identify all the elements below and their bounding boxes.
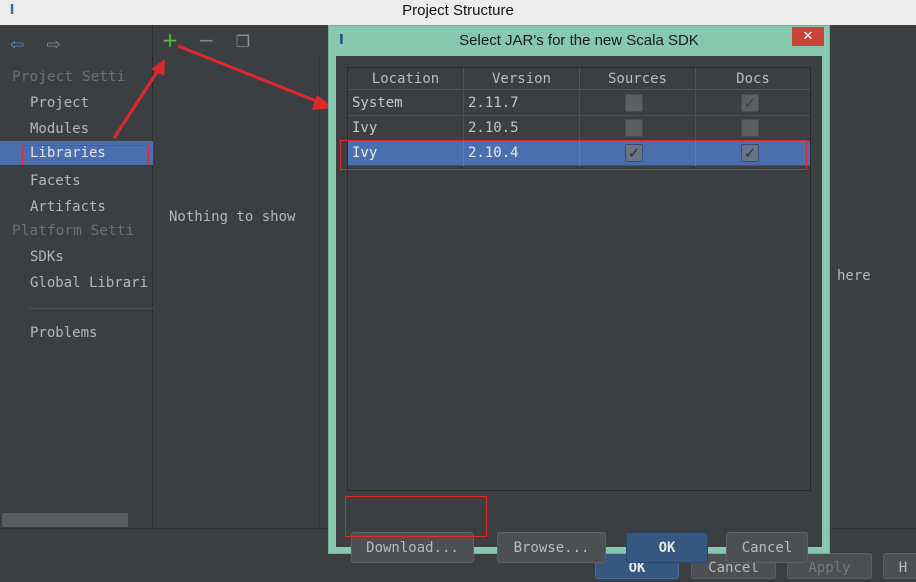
select-jars-dialog: I Select JAR's for the new Scala SDK ✕ L… (328, 25, 830, 563)
table-row[interactable]: System 2.11.7 ✓ (348, 91, 810, 116)
dialog-title-bar: I Select JAR's for the new Scala SDK (329, 26, 829, 56)
dialog-title: Select JAR's for the new Scala SDK (459, 32, 699, 49)
column-header-location[interactable]: Location (348, 68, 464, 90)
docs-checkbox[interactable]: ✓ (741, 144, 759, 162)
close-icon[interactable]: ✕ (792, 27, 824, 46)
sidebar-item-facets[interactable]: Facets (0, 169, 153, 193)
sources-checkbox[interactable]: ✓ (625, 144, 643, 162)
sidebar-item-project[interactable]: Project (0, 91, 153, 115)
sidebar-divider (30, 308, 153, 309)
plus-icon[interactable]: + (160, 29, 180, 51)
sources-checkbox[interactable] (625, 119, 643, 137)
platform-settings-header: Platform Setti (12, 223, 135, 239)
intellij-logo-icon: I (9, 3, 15, 18)
cell-version: 2.10.5 (464, 116, 580, 141)
cell-version: 2.10.4 (464, 141, 580, 166)
table-header: Location Version Sources Docs (348, 68, 810, 90)
intellij-logo-icon: I (339, 33, 344, 48)
dialog-ok-button[interactable]: OK (626, 532, 708, 563)
cell-location: System (348, 91, 464, 116)
sidebar-item-problems[interactable]: Problems (0, 321, 153, 345)
cell-location: Ivy (348, 141, 464, 166)
sidebar-item-sdks[interactable]: SDKs (0, 245, 153, 269)
column-header-sources[interactable]: Sources (580, 68, 696, 90)
table-row[interactable]: Ivy 2.10.5 (348, 116, 810, 141)
sidebar-horizontal-scrollbar[interactable] (2, 513, 128, 527)
empty-list-text: Nothing to show (169, 209, 296, 225)
sidebar-item-global-libraries[interactable]: Global Librari (0, 271, 153, 295)
cell-docs: ✓ (696, 91, 810, 116)
nav-arrows: ⇦ ⇨ (10, 35, 74, 55)
sidebar-item-artifacts[interactable]: Artifacts (0, 195, 153, 219)
cell-location: Ivy (348, 116, 464, 141)
detail-hint-text: here (837, 268, 871, 284)
back-arrow-icon[interactable]: ⇦ (10, 35, 30, 55)
main-help-button[interactable]: H (883, 553, 916, 579)
sidebar-item-libraries[interactable]: Libraries (0, 141, 153, 165)
docs-checkbox[interactable] (741, 119, 759, 137)
cell-docs: ✓ (696, 141, 810, 166)
column-header-docs[interactable]: Docs (696, 68, 810, 90)
cell-sources: ✓ (580, 141, 696, 166)
project-structure-sidebar: ⇦ ⇨ Project Setti Project Modules Librar… (0, 25, 153, 528)
cell-docs (696, 116, 810, 141)
dialog-body: Location Version Sources Docs System 2.1… (336, 56, 822, 563)
window-title: Project Structure (402, 2, 514, 19)
browse-button[interactable]: Browse... (497, 532, 606, 563)
download-button[interactable]: Download... (351, 532, 474, 563)
jar-table: Location Version Sources Docs System 2.1… (347, 67, 811, 491)
annotation-highlight-box (22, 145, 149, 165)
cell-sources (580, 91, 696, 116)
project-settings-header: Project Setti (12, 69, 126, 85)
cell-version: 2.11.7 (464, 91, 580, 116)
minus-icon[interactable]: − (196, 29, 216, 51)
cell-sources (580, 116, 696, 141)
copy-icon[interactable]: ❐ (233, 31, 253, 53)
sidebar-item-modules[interactable]: Modules (0, 117, 153, 141)
docs-checkbox[interactable]: ✓ (741, 94, 759, 112)
column-header-version[interactable]: Version (464, 68, 580, 90)
table-row-selected[interactable]: Ivy 2.10.4 ✓ ✓ (348, 141, 810, 166)
sources-checkbox[interactable] (625, 94, 643, 112)
dialog-cancel-button[interactable]: Cancel (726, 532, 808, 563)
panel-divider (319, 55, 320, 528)
window-title-bar: I Project Structure (0, 0, 916, 25)
forward-arrow-icon[interactable]: ⇨ (46, 35, 66, 55)
libraries-toolbar: + − ❐ (160, 29, 261, 53)
